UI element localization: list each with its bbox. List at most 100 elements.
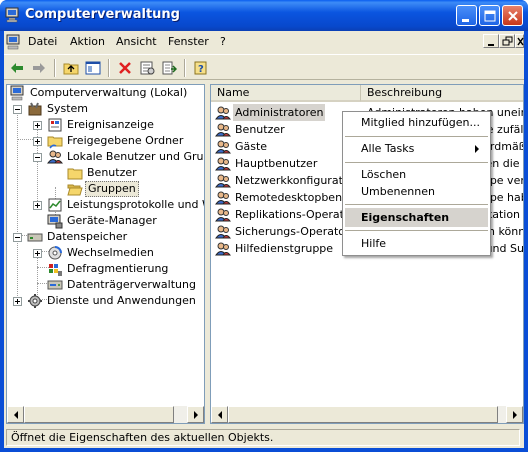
tree-item-label: Geräte-Manager (67, 214, 157, 227)
group-icon (215, 242, 231, 256)
defragment-icon (49, 264, 62, 276)
menu-aktion[interactable]: Aktion (70, 35, 105, 48)
delete-button[interactable] (116, 59, 134, 77)
storage-icon (27, 233, 43, 242)
event-viewer-icon (48, 118, 62, 132)
back-button[interactable] (8, 59, 26, 77)
context-separator (345, 162, 488, 163)
list-row-name: Gäste (235, 140, 268, 153)
tree-item-label: Datenträgerverwaltung (67, 278, 196, 291)
up-one-level-button[interactable] (62, 59, 80, 77)
svg-text:?: ? (198, 64, 204, 75)
group-icon (215, 191, 231, 205)
context-item-mitglied-hinzufuegen[interactable]: Mitglied hinzufügen... (345, 113, 488, 132)
maximize-icon (484, 10, 496, 22)
restore-icon (502, 36, 513, 46)
collapse-toggle[interactable] (33, 153, 42, 162)
column-header-name[interactable]: Name (211, 85, 361, 102)
column-header-beschreibung[interactable]: Beschreibung (361, 85, 523, 102)
mdi-close-button[interactable] (515, 34, 524, 48)
minimize-button[interactable] (456, 5, 477, 26)
context-menu: Mitglied hinzufügen... Alle Tasks Lösche… (342, 111, 491, 256)
expand-toggle[interactable] (33, 249, 42, 258)
mdi-restore-button[interactable] (499, 34, 515, 48)
group-icon (215, 208, 231, 222)
properties-icon (140, 61, 155, 75)
properties-button[interactable] (138, 59, 156, 77)
scroll-thumb[interactable] (24, 406, 174, 423)
expand-toggle[interactable] (13, 297, 22, 306)
title-bar[interactable]: Computerverwaltung (0, 0, 528, 31)
disk-management-icon (47, 280, 63, 290)
menu-ansicht[interactable]: Ansicht (116, 35, 157, 48)
list-row-name: Hauptbenutzer (235, 157, 318, 170)
shared-folder-icon (47, 136, 63, 149)
tree-item-label: Wechselmedien (67, 246, 154, 259)
show-hide-tree-icon (85, 61, 101, 75)
scroll-right-button[interactable] (187, 406, 204, 423)
close-icon (517, 37, 524, 46)
tree-item-label: Datenspeicher (47, 230, 128, 243)
mdi-minimize-button[interactable] (483, 34, 499, 48)
tree-item-label: Leistungsprotokolle und Warnungen (67, 198, 204, 211)
close-button[interactable] (502, 5, 523, 26)
tree-item-label: System (47, 102, 89, 115)
folder-icon (67, 168, 83, 180)
tree-item-label: Computerverwaltung (Lokal) (30, 86, 188, 99)
context-separator (345, 136, 488, 137)
minimize-icon (488, 44, 494, 46)
expand-toggle[interactable] (33, 121, 42, 130)
show-hide-tree-button[interactable] (84, 59, 102, 77)
tree-line (37, 123, 38, 203)
toolbar-separator (184, 59, 186, 77)
close-icon (508, 11, 518, 21)
menu-fenster[interactable]: Fenster (168, 35, 209, 48)
device-manager-icon (47, 214, 63, 229)
status-bar: Öffnet die Eigenschaften des aktuellen O… (4, 428, 524, 448)
back-arrow-icon (11, 63, 23, 73)
tree-line (17, 107, 18, 300)
open-folder-icon (67, 184, 83, 196)
maximize-button[interactable] (479, 5, 500, 26)
expand-toggle[interactable] (33, 201, 42, 210)
context-item-hilfe[interactable]: Hilfe (345, 234, 488, 253)
context-item-eigenschaften[interactable]: Eigenschaften (345, 208, 488, 227)
toolbar-separator (54, 59, 56, 77)
arrow-right-icon (194, 411, 198, 419)
list-row-name: Hilfedienstgruppe (235, 242, 334, 255)
export-list-button[interactable] (160, 59, 178, 77)
scroll-right-button[interactable] (506, 406, 523, 423)
help-button[interactable]: ? (192, 59, 210, 77)
group-icon (215, 123, 231, 137)
scroll-left-button[interactable] (211, 406, 228, 423)
tree-pane[interactable]: Computerverwaltung (Lokal) System Ereign… (6, 84, 205, 424)
removable-media-icon (48, 246, 62, 260)
menu-help[interactable]: ? (220, 35, 226, 48)
delete-icon (119, 62, 131, 74)
arrow-right-icon (513, 411, 517, 419)
group-icon (215, 225, 231, 239)
tree-item-label-selected: Gruppen (85, 181, 139, 197)
tree-line (37, 251, 38, 299)
expand-toggle[interactable] (33, 137, 42, 146)
collapse-toggle[interactable] (13, 233, 22, 242)
tree-horizontal-scrollbar[interactable] (7, 406, 204, 423)
console-window-icon[interactable] (6, 34, 22, 50)
group-icon (215, 140, 231, 154)
scroll-thumb[interactable] (228, 406, 498, 423)
arrow-left-icon (14, 411, 18, 419)
collapse-toggle[interactable] (13, 105, 22, 114)
context-item-umbenennen[interactable]: Umbenennen (345, 182, 488, 201)
context-item-alle-tasks[interactable]: Alle Tasks (345, 139, 488, 158)
services-icon (28, 294, 42, 308)
forward-button[interactable] (30, 59, 48, 77)
minimize-icon (462, 19, 469, 22)
menu-bar: Datei Aktion Ansicht Fenster ? (4, 31, 524, 53)
scroll-left-button[interactable] (7, 406, 24, 423)
list-horizontal-scrollbar[interactable] (211, 406, 523, 423)
window-title: Computerverwaltung (25, 7, 180, 22)
context-separator (345, 230, 488, 231)
help-icon: ? (194, 61, 207, 75)
menu-datei[interactable]: Datei (28, 35, 57, 48)
up-folder-icon (63, 63, 79, 75)
